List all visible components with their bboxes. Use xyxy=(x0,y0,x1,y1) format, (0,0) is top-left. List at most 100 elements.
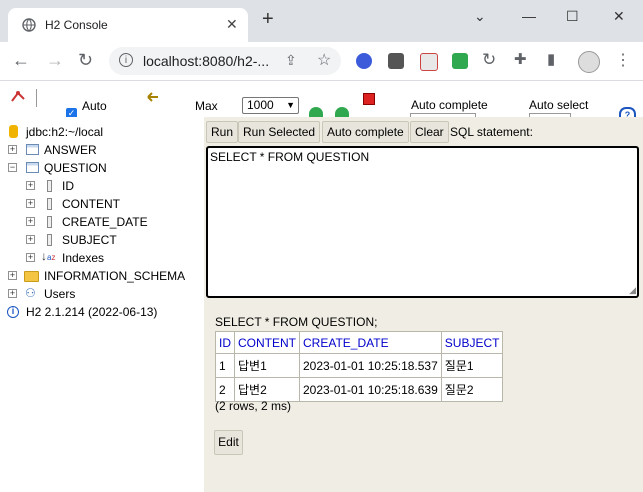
result-header-row: ID CONTENT CREATE_DATE SUBJECT xyxy=(215,331,504,354)
refresh-extension-icon[interactable]: ↻ xyxy=(482,50,496,70)
connection-label: jdbc:h2:~/local xyxy=(26,125,104,139)
url-text: localhost:8080/h2-... xyxy=(143,53,270,69)
column-header[interactable]: CREATE_DATE xyxy=(299,331,442,354)
tab-search-icon[interactable]: ⌄ xyxy=(474,8,486,25)
browser-tab-strip: H2 Console ✕ + ⌄ — ☐ ✕ xyxy=(0,0,643,42)
extension-cast-icon[interactable] xyxy=(420,53,438,71)
bookmark-star-icon[interactable]: ☆ xyxy=(317,50,331,70)
h2-toolbar: ✓ Auto Max 1000 ▼ Auto complete Auto sel… xyxy=(0,81,643,120)
tree-item-label: SUBJECT xyxy=(62,233,117,247)
users-icon: ⚇ xyxy=(25,286,36,300)
table-row: 2 답변2 2023-01-01 10:25:18.639 질문2 xyxy=(215,377,504,402)
column-header[interactable]: ID xyxy=(215,331,235,354)
run-selected-icon[interactable] xyxy=(335,107,349,117)
table-cell: 2 xyxy=(215,377,235,402)
address-toolbar: ← → ↻ i localhost:8080/h2-... ⇪ ☆ ↻ ✚ ▮ … xyxy=(0,42,643,81)
extension-green-icon[interactable] xyxy=(452,53,468,69)
column-icon xyxy=(47,216,52,228)
auto-commit-label: Auto xyxy=(82,99,107,113)
max-rows-value: 1000 xyxy=(247,98,274,112)
tab-close-icon[interactable]: ✕ xyxy=(226,16,238,33)
column-icon xyxy=(47,234,52,246)
table-cell: 1 xyxy=(215,353,235,378)
table-cell: 2023-01-01 10:25:18.639 xyxy=(299,377,442,402)
column-icon xyxy=(47,180,52,192)
new-tab-button[interactable]: + xyxy=(262,9,274,29)
version-label: H2 2.1.214 (2022-06-13) xyxy=(26,305,158,319)
address-bar[interactable]: i localhost:8080/h2-... ⇪ ☆ xyxy=(109,47,341,75)
expand-plus-icon[interactable]: + xyxy=(26,181,35,190)
extensions-puzzle-icon[interactable]: ✚ xyxy=(514,50,527,68)
tree-item-label: INFORMATION_SCHEMA xyxy=(44,269,186,283)
column-icon xyxy=(47,198,52,210)
row-count: (2 rows, 2 ms) xyxy=(215,399,292,413)
expand-plus-icon[interactable]: + xyxy=(26,235,35,244)
chevron-down-icon: ▼ xyxy=(286,100,295,110)
profile-avatar[interactable] xyxy=(578,51,600,73)
folder-icon xyxy=(24,271,39,282)
sort-index-icon: ↓az xyxy=(41,249,56,263)
sql-editor[interactable]: SELECT * FROM QUESTION ◢ xyxy=(206,146,639,298)
info-icon[interactable]: i xyxy=(119,53,133,67)
rollback-icon[interactable] xyxy=(146,91,160,103)
run-button[interactable]: Run xyxy=(206,121,239,143)
database-icon xyxy=(9,125,18,138)
share-icon[interactable]: ⇪ xyxy=(285,52,297,69)
table-row: 1 답변1 2023-01-01 10:25:18.537 질문1 xyxy=(215,353,504,378)
max-rows-label: Max xyxy=(195,99,218,113)
resize-grip-icon[interactable]: ◢ xyxy=(629,285,636,296)
table-icon xyxy=(26,144,39,155)
column-header[interactable]: CONTENT xyxy=(234,331,300,354)
browser-tab[interactable]: H2 Console ✕ xyxy=(8,8,248,42)
edit-button[interactable]: Edit xyxy=(214,430,243,455)
expand-plus-icon[interactable]: + xyxy=(26,217,35,226)
tree-item-label: ID xyxy=(62,179,74,193)
sql-statement-label: SQL statement: xyxy=(450,125,533,139)
menu-dots-icon[interactable]: ⋮ xyxy=(615,50,631,70)
minimize-button[interactable]: — xyxy=(522,8,536,24)
schema-tree: jdbc:h2:~/local + ANSWER − QUESTION + ID… xyxy=(0,117,204,492)
max-rows-select[interactable]: 1000 ▼ xyxy=(242,97,299,114)
expand-plus-icon[interactable]: + xyxy=(8,271,17,280)
forward-icon[interactable]: → xyxy=(46,50,64,71)
expand-plus-icon[interactable]: + xyxy=(26,199,35,208)
run-selected-button[interactable]: Run Selected xyxy=(238,121,321,143)
tree-item-label: ANSWER xyxy=(44,143,97,157)
maximize-button[interactable]: ☐ xyxy=(566,8,579,25)
column-header[interactable]: SUBJECT xyxy=(440,331,504,354)
auto-select-label: Auto select xyxy=(529,98,589,112)
table-cell: 2023-01-01 10:25:18.537 xyxy=(299,353,442,378)
globe-icon xyxy=(22,18,36,32)
expand-plus-icon[interactable]: + xyxy=(8,289,17,298)
tree-item-label: CREATE_DATE xyxy=(62,215,148,229)
clear-button[interactable]: Clear xyxy=(410,121,449,143)
auto-complete-label: Auto complete xyxy=(411,98,488,112)
expand-plus-icon[interactable]: + xyxy=(8,145,17,154)
expand-plus-icon[interactable]: + xyxy=(26,253,35,262)
reload-icon[interactable]: ↻ xyxy=(78,50,93,71)
info-icon: i xyxy=(7,306,19,318)
stop-icon[interactable] xyxy=(363,93,375,105)
tree-item-label: Users xyxy=(44,287,76,301)
toolbar-divider xyxy=(36,89,37,107)
extension-dark-icon[interactable] xyxy=(388,53,404,69)
run-icon[interactable] xyxy=(309,107,323,117)
tree-item-label: Indexes xyxy=(62,251,105,265)
sql-text: SELECT * FROM QUESTION xyxy=(210,150,370,164)
extension-shield-icon[interactable] xyxy=(356,53,372,69)
disconnect-icon[interactable] xyxy=(10,89,26,105)
table-icon xyxy=(26,162,39,173)
tree-item-label: QUESTION xyxy=(44,161,107,175)
table-cell: 질문2 xyxy=(440,377,504,402)
query-panel: Run Run Selected Auto complete Clear SQL… xyxy=(204,117,643,492)
table-cell: 답변2 xyxy=(234,377,300,402)
table-cell: 답변1 xyxy=(234,353,300,378)
auto-complete-button[interactable]: Auto complete xyxy=(322,121,409,143)
tree-item-label: CONTENT xyxy=(62,197,120,211)
collapse-minus-icon[interactable]: − xyxy=(8,163,17,172)
sidebar-icon[interactable]: ▮ xyxy=(547,50,555,68)
back-icon[interactable]: ← xyxy=(12,50,30,71)
close-window-button[interactable]: ✕ xyxy=(613,8,625,25)
table-cell: 질문1 xyxy=(440,353,504,378)
tab-title: H2 Console xyxy=(45,18,108,32)
